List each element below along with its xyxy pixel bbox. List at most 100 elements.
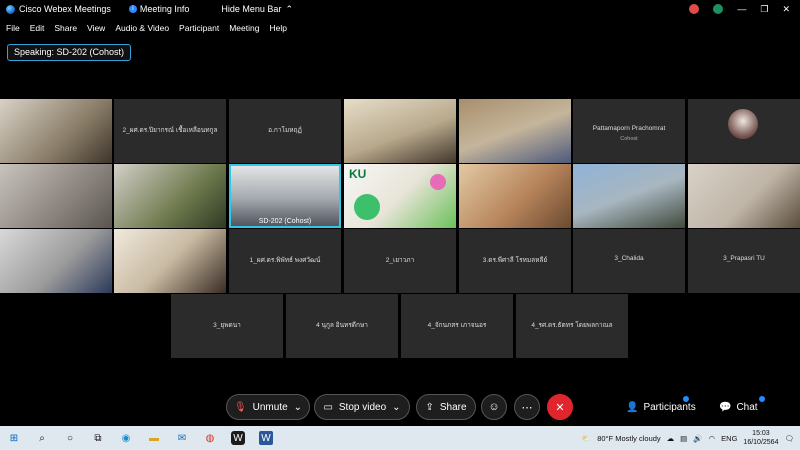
participant-name: 3_Chalida bbox=[614, 255, 644, 262]
unmute-label: Unmute bbox=[252, 401, 288, 413]
share-button[interactable]: ⇪ Share bbox=[416, 394, 476, 420]
network-icon[interactable]: ▤ bbox=[680, 434, 687, 443]
participant-tile[interactable]: 4_รศ.ดร.ธัตทร โดยพลกาณล bbox=[516, 294, 628, 358]
weather-text[interactable]: 80°F Mostly cloudy bbox=[597, 434, 660, 443]
participant-tile[interactable]: 4_จักนภสร เภาจนอร bbox=[401, 294, 513, 358]
record-indicator-icon[interactable] bbox=[689, 4, 700, 14]
wifi-icon[interactable]: ◠ bbox=[709, 434, 716, 443]
participant-tile[interactable]: 3_Prapasri TU bbox=[688, 229, 800, 293]
stop-video-label: Stop video bbox=[338, 401, 387, 413]
participant-tile[interactable]: 2_ผศ.ดร.ปิยากรณ์ เชื้อเหลือนทกูล bbox=[114, 99, 226, 163]
chrome-icon[interactable]: ◍ bbox=[203, 431, 217, 445]
edge-icon[interactable]: ◉ bbox=[119, 431, 133, 445]
menu-help[interactable]: Help bbox=[269, 23, 286, 33]
smiley-icon: ☺ bbox=[488, 401, 500, 413]
info-icon: i bbox=[128, 5, 137, 13]
participant-name: 3.ดร.พีศาลี โรหมลหลีย์ bbox=[482, 257, 548, 264]
meeting-info-label: Meeting Info bbox=[139, 4, 190, 14]
file-explorer-icon[interactable]: ▬ bbox=[147, 431, 161, 445]
video-tile[interactable] bbox=[573, 164, 685, 228]
video-tile[interactable] bbox=[459, 164, 571, 228]
participant-tile[interactable]: Pattamaporn Prachomrat Cohost bbox=[573, 99, 685, 163]
menu-edit[interactable]: Edit bbox=[30, 23, 45, 33]
cohost-label: Cohost bbox=[620, 136, 638, 142]
video-tile[interactable]: KU bbox=[344, 164, 456, 228]
video-tile[interactable] bbox=[344, 99, 456, 163]
participant-tile[interactable]: 3.ดร.พีศาลี โรหมลหลีย์ bbox=[459, 229, 571, 293]
video-tile[interactable] bbox=[459, 99, 571, 163]
end-call-button[interactable]: ✕ bbox=[547, 394, 573, 420]
video-tile[interactable] bbox=[114, 229, 226, 293]
video-tile[interactable] bbox=[114, 164, 226, 228]
participant-name: 1_ผศ.ดร.พิพัทธ์ พงศวัฒน์ bbox=[249, 257, 321, 264]
participant-name: อ.กาโมหฤฏ์ bbox=[268, 127, 302, 134]
close-icon[interactable]: ✕ bbox=[782, 4, 790, 15]
meeting-controls: 🎙 Unmute ⌄ ▭ Stop video ⌄ ⇪ Share ☺ ⋯ ✕ … bbox=[0, 390, 800, 424]
participant-name: 4_จักนภสร เภาจนอร bbox=[427, 322, 487, 329]
video-tile[interactable] bbox=[0, 164, 112, 228]
hide-menu-bar-label: Hide Menu Bar bbox=[221, 4, 282, 14]
participant-tile[interactable]: 4 นุกูล อินทรดีกษา bbox=[286, 294, 398, 358]
menu-file[interactable]: File bbox=[6, 23, 20, 33]
word-icon[interactable]: W bbox=[259, 431, 273, 445]
video-tile[interactable] bbox=[0, 99, 112, 163]
webex-taskbar-icon[interactable]: W bbox=[231, 431, 245, 445]
mail-icon[interactable]: ✉ bbox=[175, 431, 189, 445]
more-options-button[interactable]: ⋯ bbox=[514, 394, 540, 420]
reactions-button[interactable]: ☺ bbox=[481, 394, 507, 420]
stop-video-button[interactable]: ▭ Stop video ⌄ bbox=[314, 394, 410, 420]
share-icon: ⇪ bbox=[425, 401, 434, 413]
cortana-icon[interactable]: ○ bbox=[63, 431, 77, 445]
clock[interactable]: 15:03 16/10/2564 bbox=[743, 429, 778, 447]
notifications-icon[interactable]: 🗨 bbox=[784, 434, 794, 443]
camera-icon: ▭ bbox=[323, 401, 333, 413]
hide-menu-bar-button[interactable]: Hide Menu Bar ⌃ bbox=[221, 4, 293, 15]
title-bar: Cisco Webex Meetings i Meeting Info Hide… bbox=[0, 0, 800, 18]
app-title-group: Cisco Webex Meetings bbox=[0, 4, 111, 14]
minimize-icon[interactable]: — bbox=[737, 4, 746, 14]
participant-tile[interactable]: 2_เยาวภา bbox=[344, 229, 456, 293]
user-avatar-icon[interactable] bbox=[713, 4, 724, 14]
active-speaker-tile[interactable]: SD-202 (Cohost) bbox=[229, 164, 341, 228]
language-indicator[interactable]: ENG bbox=[721, 434, 737, 443]
weather-icon: ⛅ bbox=[581, 433, 592, 443]
unmute-button[interactable]: 🎙 Unmute ⌄ bbox=[226, 394, 310, 420]
meeting-info-button[interactable]: i Meeting Info bbox=[128, 4, 190, 14]
participant-tile[interactable]: อ.กาโมหฤฏ์ bbox=[229, 99, 341, 163]
menu-participant[interactable]: Participant bbox=[179, 23, 219, 33]
notification-dot-icon bbox=[759, 396, 765, 402]
chevron-up-icon: ⌃ bbox=[285, 3, 293, 14]
windows-taskbar: ⊞ ⌕ ○ ⧉ ◉ ▬ ✉ ◍ W W ⛅ 80°F Mostly cloudy… bbox=[0, 426, 800, 450]
volume-icon[interactable]: 🔊 bbox=[693, 434, 702, 443]
participant-tile[interactable]: 1_ผศ.ดร.พิพัทธ์ พงศวัฒน์ bbox=[229, 229, 341, 293]
cloud-icon[interactable]: ☁ bbox=[667, 434, 675, 443]
participant-tile[interactable]: 3_ยุพดนา bbox=[171, 294, 283, 358]
participant-tile[interactable] bbox=[688, 99, 800, 163]
person-icon: 👤 bbox=[626, 401, 639, 413]
mic-muted-icon: 🎙 bbox=[233, 401, 247, 413]
app-title: Cisco Webex Meetings bbox=[19, 4, 111, 14]
windows-start-icon[interactable]: ⊞ bbox=[7, 431, 21, 445]
chat-bubble-icon: 💬 bbox=[719, 401, 732, 413]
close-icon: ✕ bbox=[555, 401, 565, 414]
chat-button[interactable]: 💬 Chat bbox=[719, 394, 758, 420]
menu-meeting[interactable]: Meeting bbox=[229, 23, 259, 33]
webex-logo-icon bbox=[6, 4, 15, 14]
system-tray: ⛅ 80°F Mostly cloudy ☁ ▤ 🔊 ◠ ENG 15:03 1… bbox=[582, 426, 794, 450]
decorative-circle bbox=[354, 194, 380, 220]
video-tile[interactable] bbox=[688, 164, 800, 228]
chat-label: Chat bbox=[736, 401, 758, 413]
search-icon[interactable]: ⌕ bbox=[35, 431, 49, 445]
participant-tile[interactable]: 3_Chalida bbox=[573, 229, 685, 293]
menu-audio-video[interactable]: Audio & Video bbox=[115, 23, 169, 33]
task-view-icon[interactable]: ⧉ bbox=[91, 431, 105, 445]
participant-name: 3_ยุพดนา bbox=[213, 322, 241, 329]
video-tile[interactable] bbox=[0, 229, 112, 293]
menu-view[interactable]: View bbox=[87, 23, 105, 33]
menu-share[interactable]: Share bbox=[54, 23, 77, 33]
restore-icon[interactable]: ❐ bbox=[760, 4, 768, 15]
participant-name: 2_เยาวภา bbox=[385, 257, 415, 264]
more-icon: ⋯ bbox=[521, 401, 533, 414]
notification-dot-icon bbox=[683, 396, 689, 402]
clock-time: 15:03 bbox=[752, 430, 770, 437]
